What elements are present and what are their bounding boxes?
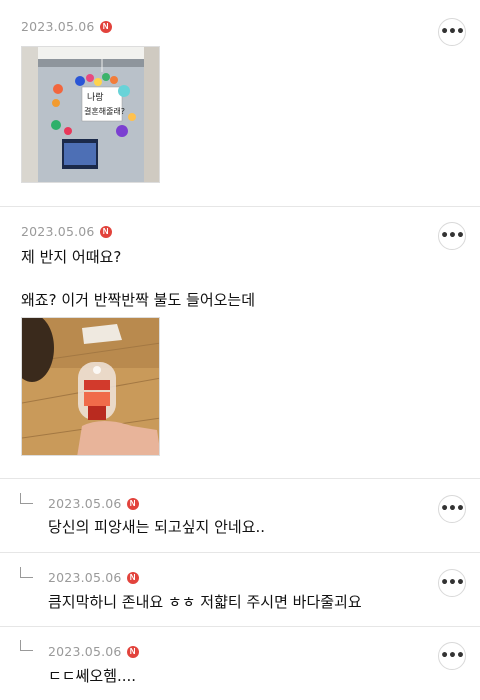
- attached-photo[interactable]: 나랑 결혼해줄래?: [21, 46, 160, 183]
- sign-text-line1: 나랑: [87, 91, 104, 103]
- more-icon: •••: [440, 24, 465, 40]
- sign-text-line2: 결혼해줄래?: [84, 106, 125, 116]
- more-icon: •••: [440, 575, 465, 591]
- comment-meta: 2023.05.06 N: [48, 570, 139, 585]
- comment-date: 2023.05.06: [48, 496, 122, 511]
- reply-2: 2023.05.06 N ••• 큼지막하니 존내요 ㅎㅎ 저햛티 주시면 바다…: [0, 553, 480, 627]
- attached-photo[interactable]: [21, 317, 160, 456]
- more-options-button[interactable]: •••: [438, 18, 466, 46]
- comment-text-line1: 제 반지 어때요?: [21, 248, 122, 266]
- reply-text: 당신의 피앙새는 되고싶지 안네요..: [48, 518, 266, 536]
- more-icon: •••: [440, 501, 465, 517]
- more-options-button[interactable]: •••: [438, 569, 466, 597]
- new-badge: N: [99, 225, 112, 238]
- reply-1: 2023.05.06 N ••• 당신의 피앙새는 되고싶지 안네요..: [0, 479, 480, 553]
- new-badge: N: [126, 497, 139, 510]
- reply-3: 2023.05.06 N ••• ㄷㄷ쎄오헴....: [0, 627, 480, 700]
- comment-text-line2: 왜죠? 이거 반짝반짝 불도 들어오는데: [21, 291, 256, 309]
- photo-ring-toy-image: [22, 318, 159, 455]
- reply-arrow-icon: [20, 493, 33, 504]
- reply-text: 큼지막하니 존내요 ㅎㅎ 저햛티 주시면 바다줄괴요: [48, 593, 362, 611]
- comment-date: 2023.05.06: [21, 19, 95, 34]
- more-options-button[interactable]: •••: [438, 642, 466, 670]
- comment-date: 2023.05.06: [48, 570, 122, 585]
- more-options-button[interactable]: •••: [438, 495, 466, 523]
- comment-meta: 2023.05.06 N: [21, 224, 112, 239]
- new-badge: N: [99, 20, 112, 33]
- reply-text: ㄷㄷ쎄오헴....: [48, 667, 137, 685]
- more-icon: •••: [440, 648, 465, 664]
- comment-date: 2023.05.06: [48, 644, 122, 659]
- comment-meta: 2023.05.06 N: [21, 19, 112, 34]
- comment-post-2: 2023.05.06 N ••• 제 반지 어때요? 왜죠? 이거 반짝반짝 불…: [0, 207, 480, 479]
- new-badge: N: [126, 645, 139, 658]
- new-badge: N: [126, 571, 139, 584]
- reply-arrow-icon: [20, 640, 33, 651]
- comment-post-1: 2023.05.06 N ••• 나랑 결혼해줄래?: [0, 0, 480, 207]
- reply-arrow-icon: [20, 567, 33, 578]
- photo-window-balloons-image: 나랑 결혼해줄래?: [22, 47, 159, 182]
- more-icon: •••: [440, 228, 465, 244]
- comment-meta: 2023.05.06 N: [48, 644, 139, 659]
- comment-meta: 2023.05.06 N: [48, 496, 139, 511]
- more-options-button[interactable]: •••: [438, 222, 466, 250]
- comment-date: 2023.05.06: [21, 224, 95, 239]
